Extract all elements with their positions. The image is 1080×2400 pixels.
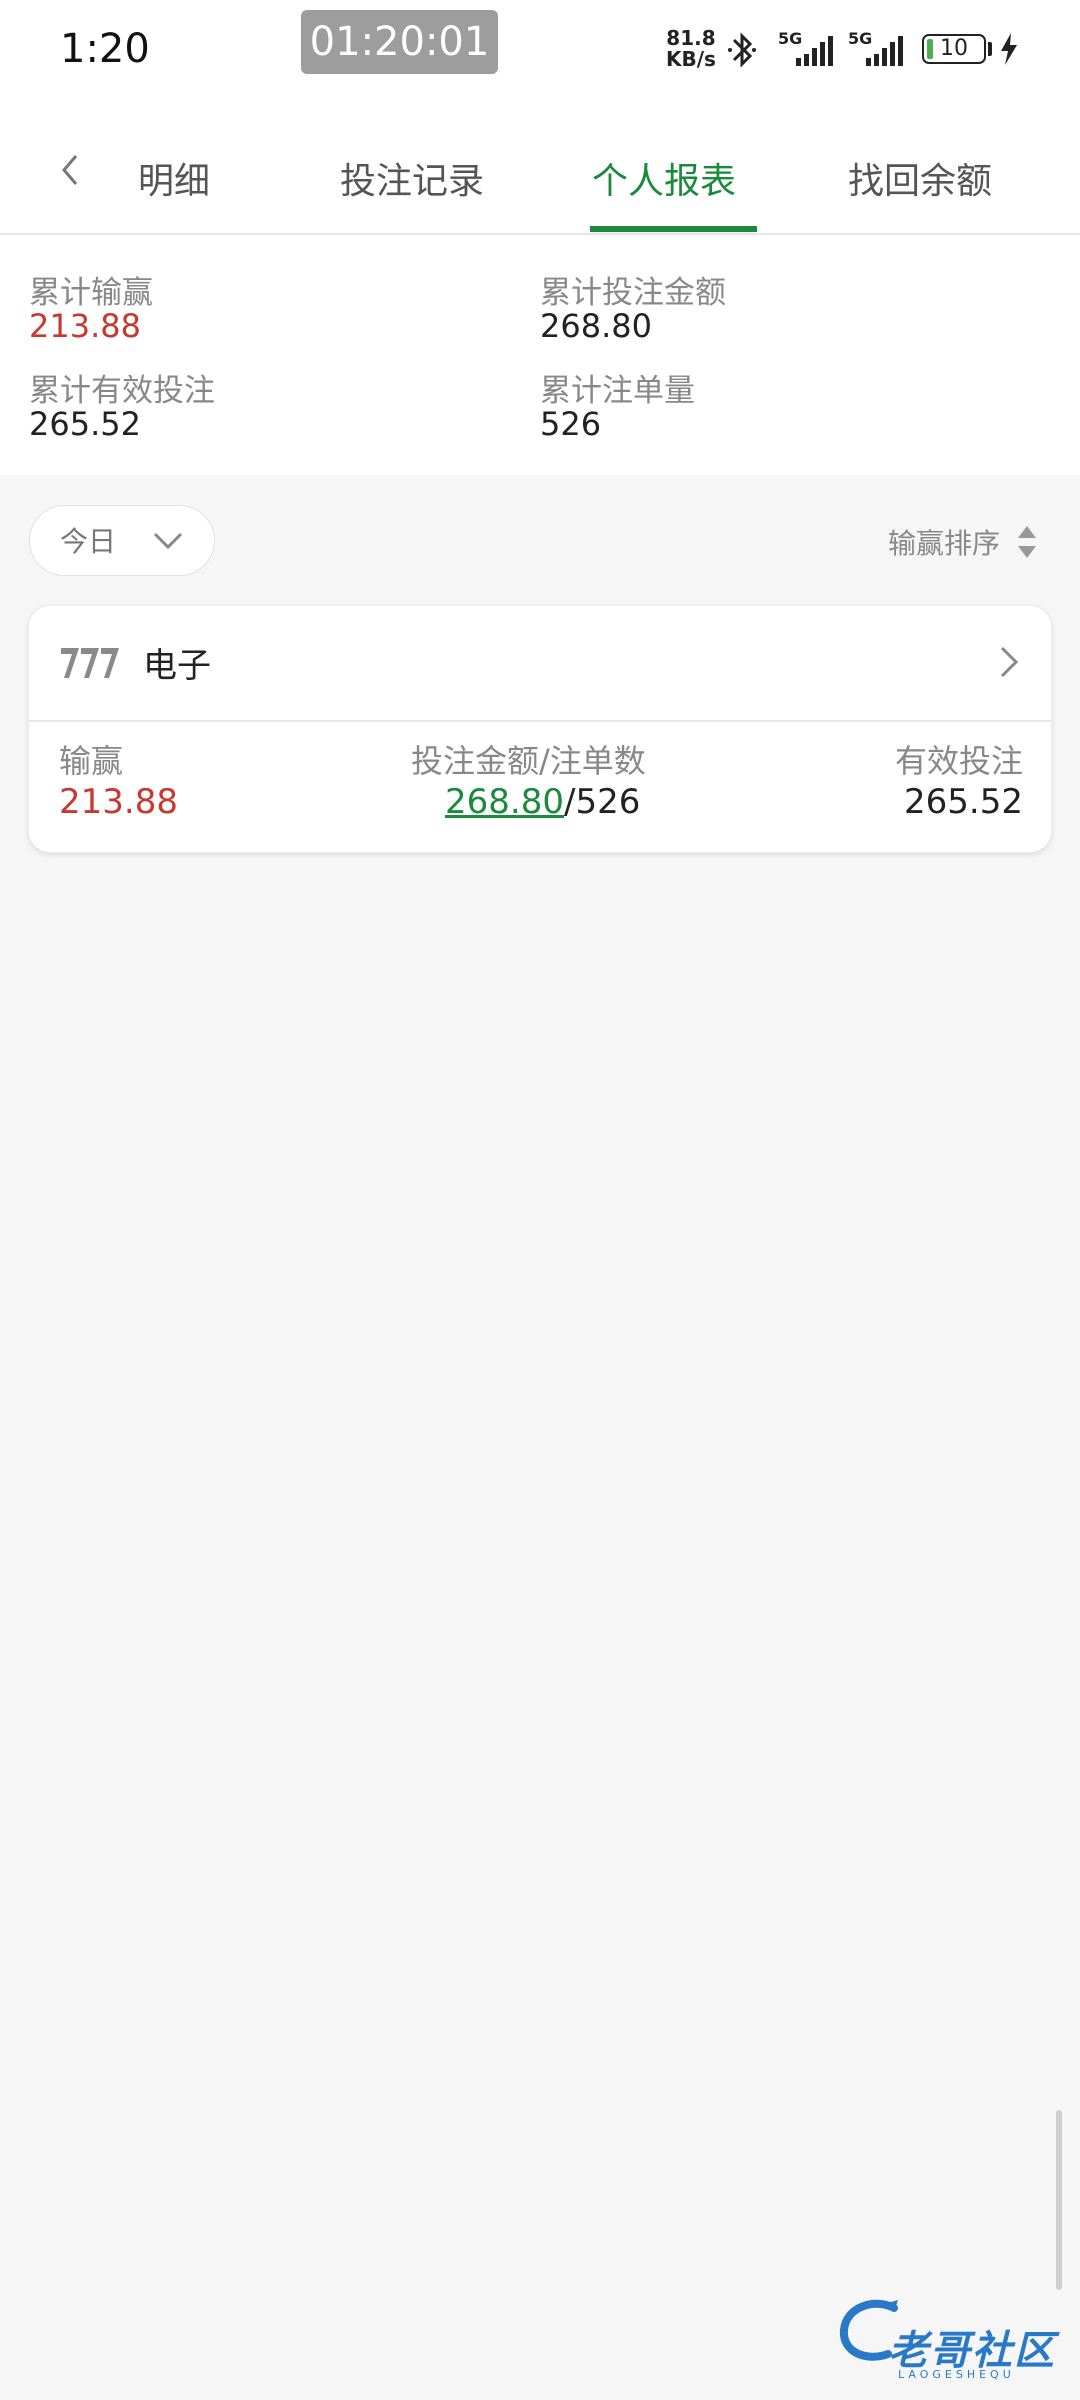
bet-amount-count-label: 投注金额/注单数 bbox=[411, 742, 646, 780]
signal-2-label: 5G bbox=[848, 30, 872, 48]
valid-bet-label: 有效投注 bbox=[894, 742, 1023, 780]
total-order-count-label: 累计注单量 bbox=[540, 373, 695, 409]
bet-amount-count-value: 268.80/526 bbox=[445, 782, 640, 822]
status-bar: 1:20 01:20:01 81.8 KB/s 5G 5G 10 bbox=[0, 0, 1080, 100]
cellular-signal-icon-2: 5G bbox=[848, 30, 903, 66]
tab-recover-balance[interactable]: 找回余额 bbox=[848, 152, 992, 204]
period-dropdown[interactable]: 今日 bbox=[29, 505, 215, 576]
tab-bar: 明细 投注记录 个人报表 找回余额 bbox=[0, 100, 1080, 235]
charging-icon bbox=[1001, 33, 1017, 65]
total-bet-amount-label: 累计投注金额 bbox=[540, 275, 726, 311]
tab-personal-report[interactable]: 个人报表 bbox=[592, 152, 736, 204]
bet-separator: / bbox=[563, 782, 576, 822]
card-divider bbox=[29, 720, 1051, 722]
tab-details[interactable]: 明细 bbox=[138, 152, 210, 204]
win-loss-label: 输赢 bbox=[59, 742, 124, 780]
scrollbar[interactable] bbox=[1056, 2110, 1062, 2290]
win-loss-value: 213.88 bbox=[59, 782, 178, 822]
total-bet-amount-value: 268.80 bbox=[540, 307, 652, 345]
total-win-loss-label: 累计输赢 bbox=[29, 275, 153, 311]
status-time: 1:20 bbox=[60, 26, 150, 72]
valid-bet-value: 265.52 bbox=[904, 782, 1023, 822]
battery-icon: 10 bbox=[922, 34, 986, 64]
active-tab-indicator bbox=[590, 226, 757, 232]
slot-777-icon bbox=[61, 648, 119, 678]
total-win-loss-value: 213.88 bbox=[29, 307, 141, 345]
bluetooth-icon bbox=[728, 32, 756, 68]
screen-recording-timer[interactable]: 01:20:01 bbox=[301, 10, 498, 74]
bet-order-count: 526 bbox=[575, 782, 641, 822]
report-summary: 累计输赢 213.88 累计投注金额 268.80 累计有效投注 265.52 … bbox=[0, 235, 1080, 475]
cellular-signal-icon-1: 5G bbox=[778, 30, 833, 66]
tab-bet-records[interactable]: 投注记录 bbox=[340, 152, 484, 204]
chevron-down-icon bbox=[153, 532, 183, 550]
bet-amount-link[interactable]: 268.80 bbox=[445, 782, 564, 822]
back-arrow-icon[interactable] bbox=[56, 152, 86, 188]
battery-nub bbox=[988, 42, 992, 56]
network-speed: 81.8 KB/s bbox=[666, 28, 716, 70]
sort-icon[interactable] bbox=[1016, 522, 1038, 562]
game-category-card[interactable]: 电子 输赢 213.88 投注金额/注单数 268.80/526 有效投注 26… bbox=[28, 605, 1052, 853]
sort-by-win-loss[interactable]: 输赢排序 bbox=[888, 522, 1000, 562]
watermark-subtext: LAOGESHEQU bbox=[898, 2368, 1015, 2381]
total-valid-bet-value: 265.52 bbox=[29, 405, 141, 443]
game-category-title: 电子 bbox=[143, 646, 211, 686]
period-dropdown-label: 今日 bbox=[60, 525, 117, 558]
total-order-count-value: 526 bbox=[540, 405, 602, 443]
chevron-right-icon[interactable] bbox=[997, 644, 1021, 680]
signal-1-label: 5G bbox=[778, 30, 802, 48]
battery-level: 10 bbox=[940, 36, 968, 61]
total-valid-bet-label: 累计有效投注 bbox=[29, 373, 215, 409]
network-speed-unit: KB/s bbox=[666, 47, 716, 71]
network-speed-value: 81.8 bbox=[666, 26, 716, 50]
